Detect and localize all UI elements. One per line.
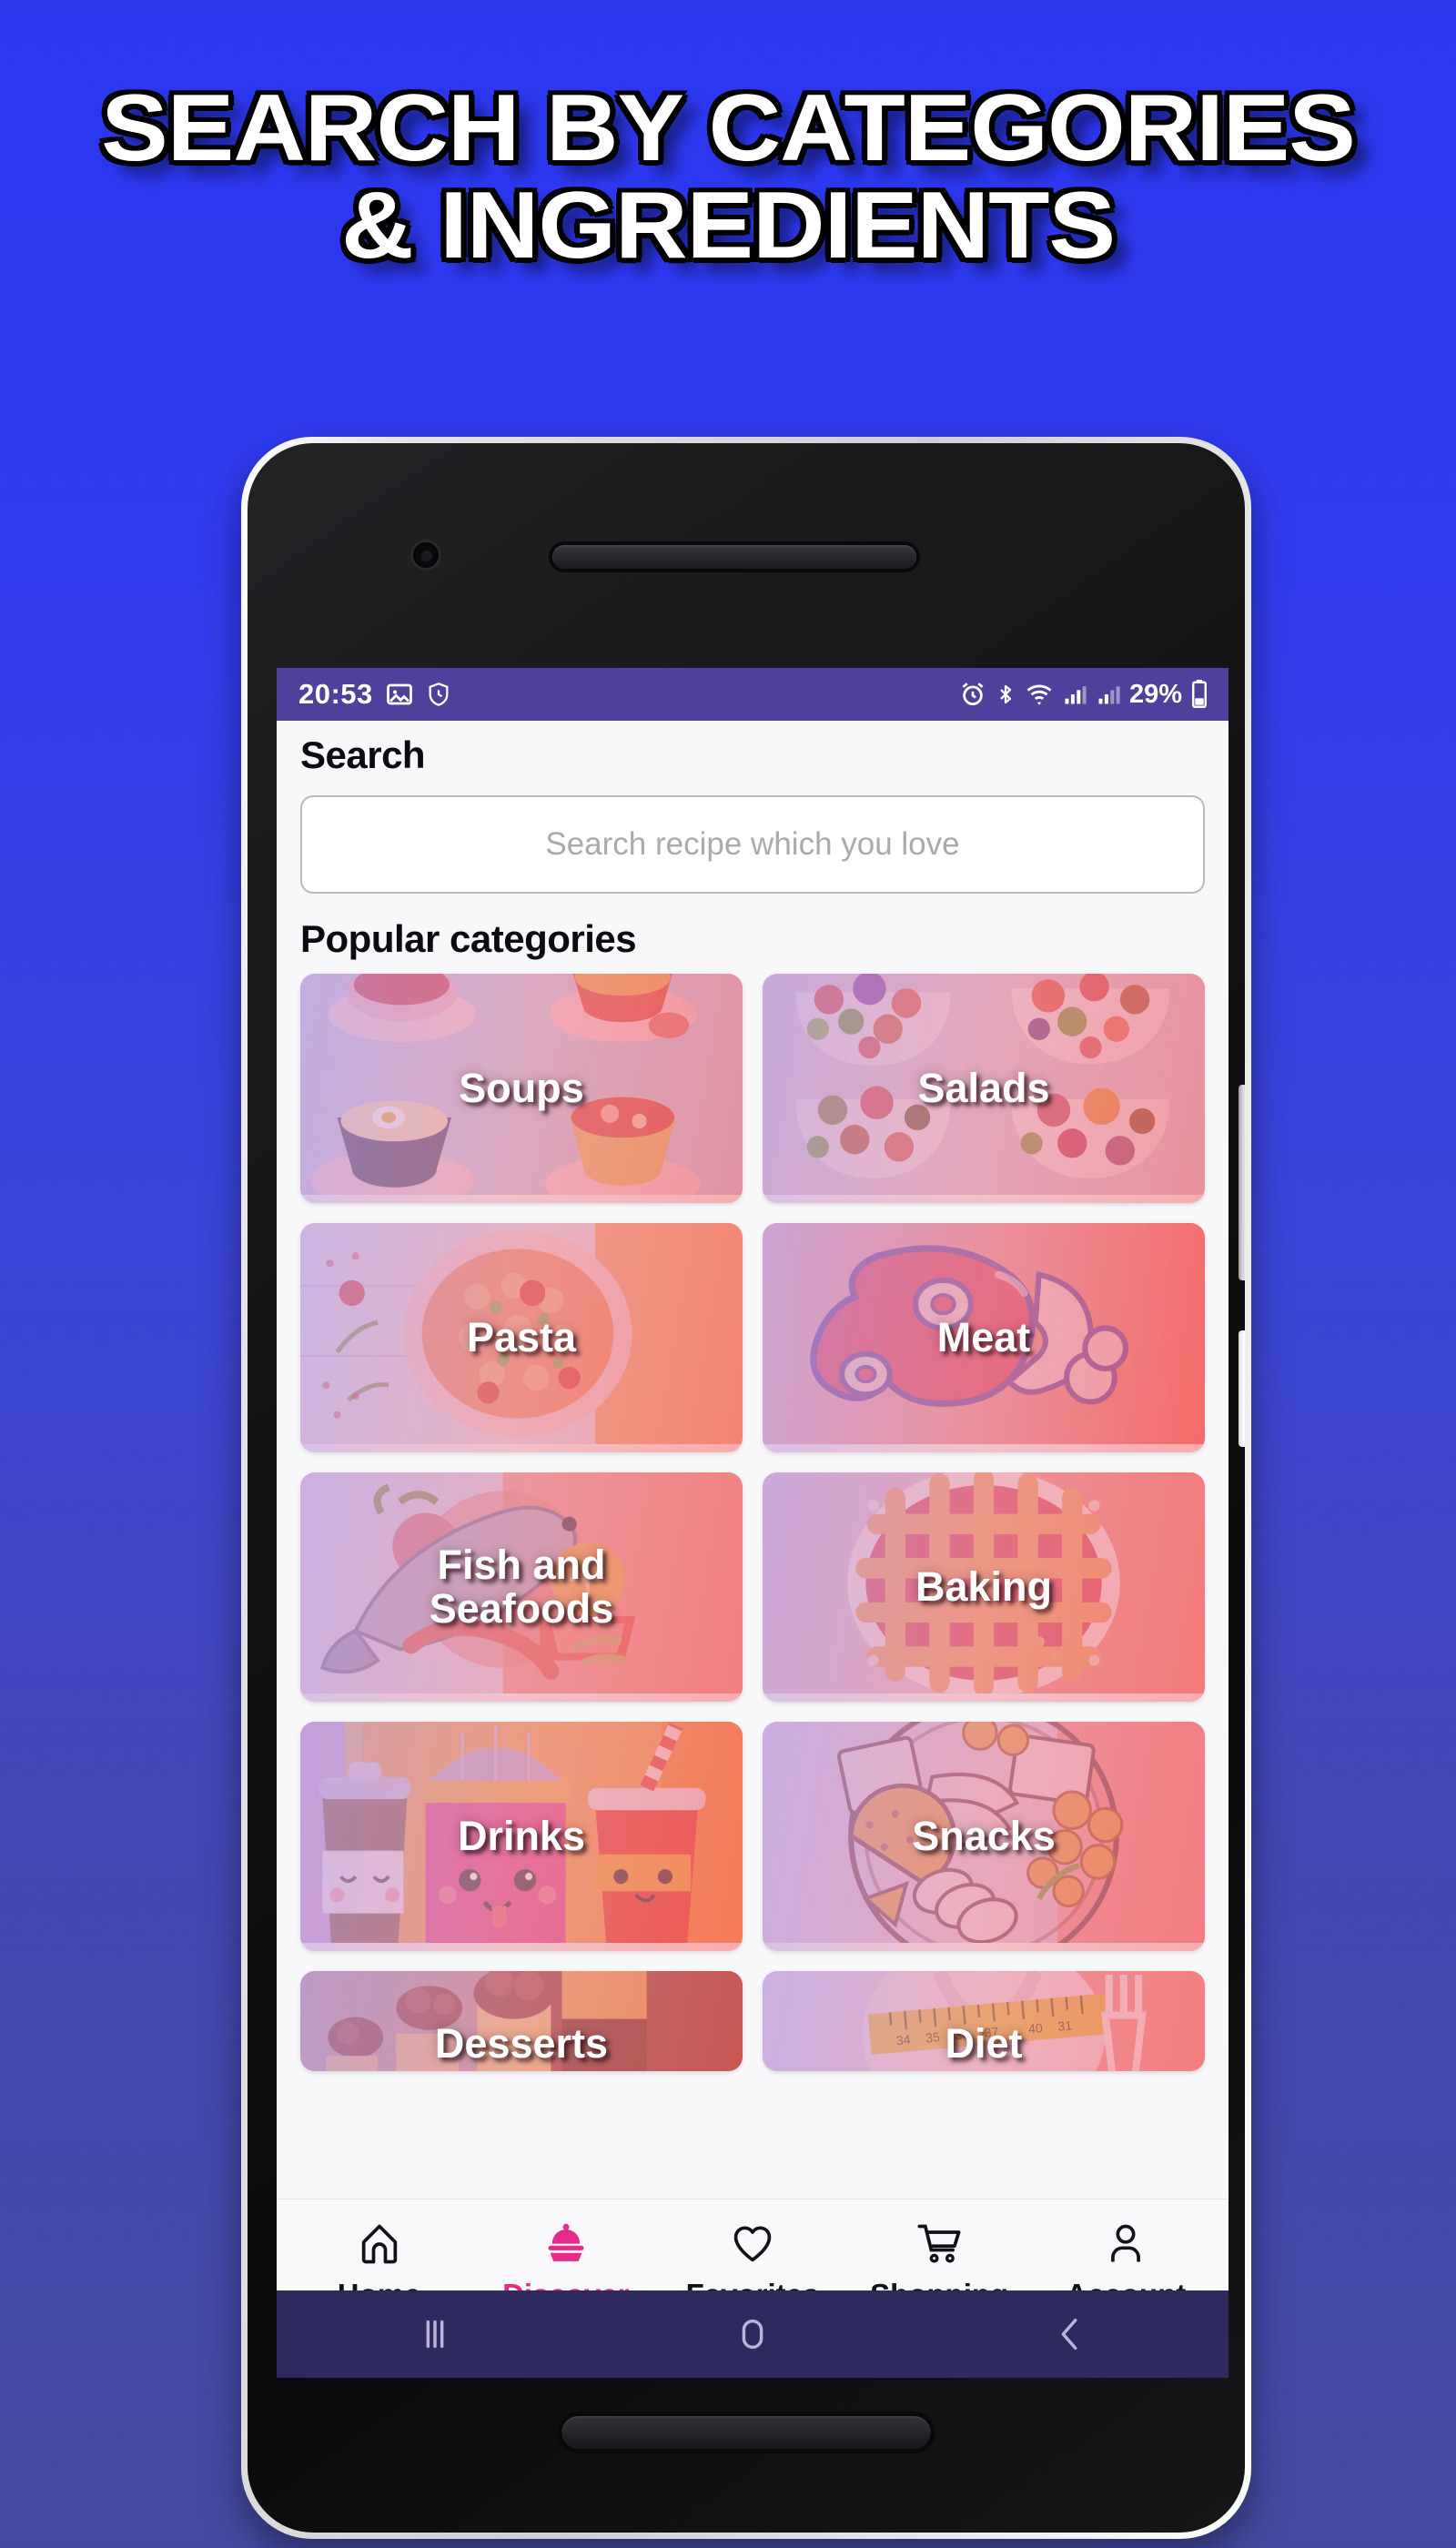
category-label: Soups [459,1065,584,1112]
cart-icon [914,2220,965,2272]
category-card-salads[interactable]: Salads [763,974,1205,1203]
volume-rocker[interactable] [1239,1085,1245,1280]
category-label: Pasta [466,1314,577,1361]
category-label: Baking [915,1563,1053,1611]
promo-headline: SEARCH BY CATEGORIES & INGREDIENTS [0,79,1456,279]
category-label: Salads [917,1065,1050,1112]
category-card-pasta[interactable]: Pasta [300,1223,743,1452]
category-card-drinks[interactable]: Drinks [300,1722,743,1951]
search-container [277,783,1228,897]
back-button[interactable] [979,2313,1161,2355]
category-grid: Soups Salads Pasta Meat Fish and Seafood… [277,970,1228,2071]
app-screen: 20:53 29% Search Search recipe which you… [277,668,1228,2333]
signal-icon-2 [1096,682,1121,707]
search-input[interactable] [300,795,1205,894]
shield-icon [426,681,451,708]
recents-button[interactable] [344,2313,526,2355]
bluetooth-icon [995,681,1016,708]
category-label: Snacks [912,1813,1056,1860]
category-label: Fish and Seafoods [420,1543,623,1630]
category-label-text: Fish and Seafoods [429,1542,614,1632]
heart-icon [727,2220,778,2272]
phone-bezel: 20:53 29% Search Search recipe which you… [248,443,1245,2533]
category-card-fish-and-seafoods[interactable]: Fish and Seafoods [300,1472,743,1702]
category-card-soups[interactable]: Soups [300,974,743,1203]
section-title: Popular categories [300,917,637,960]
earpiece-speaker [552,545,916,569]
bottom-speaker-grille [561,2416,931,2449]
image-icon [386,681,413,708]
category-label: Meat [936,1314,1031,1361]
home-icon [354,2220,405,2272]
category-card-meat[interactable]: Meat [763,1223,1205,1452]
alarm-icon [959,681,986,708]
battery-percent: 29% [1128,679,1182,709]
person-icon [1100,2220,1151,2272]
category-label: Desserts [434,2020,609,2068]
promo-line-2: & INGREDIENTS [341,173,1116,279]
category-card-diet[interactable]: 343536374031 Diet [763,1971,1205,2071]
page-title: Search [300,733,426,776]
home-button[interactable] [662,2313,844,2355]
promo-line-1: SEARCH BY CATEGORIES [101,76,1355,181]
power-button[interactable] [1239,1330,1245,1447]
wifi-icon [1025,681,1054,708]
phone-mockup: 20:53 29% Search Search recipe which you… [241,437,1251,2539]
front-camera-icon [410,540,441,571]
android-navigation-bar [277,2290,1228,2378]
category-card-baking[interactable]: Baking [763,1472,1205,1702]
battery-icon [1190,680,1208,709]
category-label: Drinks [457,1813,586,1860]
category-card-snacks[interactable]: Snacks [763,1722,1205,1951]
cloche-icon [541,2220,592,2272]
signal-icon [1062,682,1087,707]
category-label: Diet [945,2020,1023,2068]
status-bar: 20:53 29% [277,668,1228,721]
status-time: 20:53 [298,678,373,710]
category-card-desserts[interactable]: Desserts [300,1971,743,2071]
